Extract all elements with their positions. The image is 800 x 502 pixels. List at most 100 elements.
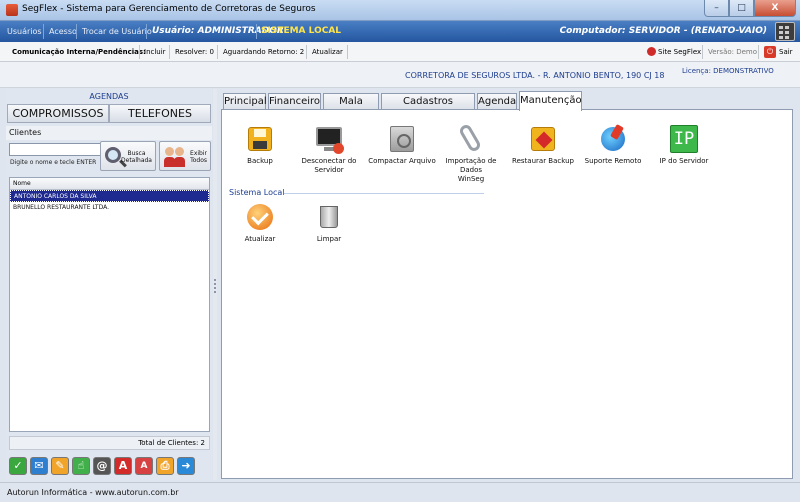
compact-file-label: Compactar Arquivo — [365, 157, 439, 166]
paperclip-icon — [457, 122, 483, 154]
maintenance-panel: Backup Desconectar do Servidor Compactar … — [221, 109, 793, 479]
menu-separator — [76, 24, 77, 39]
compromissos-button[interactable]: COMPROMISSOS — [7, 104, 109, 123]
show-all-button[interactable]: Exibir Todos — [159, 141, 211, 171]
disconnect-server-label: Desconectar do Servidor — [292, 157, 366, 175]
include-button[interactable]: Incluir — [144, 48, 166, 56]
title-bar: SegFlex - Sistema para Gerenciamento de … — [0, 0, 800, 21]
disconnect-server-tool[interactable]: Desconectar do Servidor — [292, 124, 366, 175]
globe-icon — [601, 127, 625, 151]
server-ip-label-line1: IP do Servidor — [659, 157, 709, 165]
clients-list[interactable]: Nome ANTONIO CARLOS DA SILVA BRUNELLO RE… — [9, 177, 210, 432]
next-icon[interactable]: ➜ — [177, 457, 195, 475]
window-title: SegFlex - Sistema para Gerenciamento de … — [22, 4, 316, 14]
safe-icon — [390, 126, 414, 152]
remote-support-label-line1: Suporte Remoto — [584, 157, 642, 165]
toolbar-separator — [217, 45, 218, 59]
site-link[interactable]: Site SegFlex — [658, 48, 701, 56]
list-item[interactable]: BRUNELLO RESTAURANTE LTDA. — [10, 202, 209, 214]
tab-cadastros-auxiliares[interactable]: Cadastros Auxiliares — [381, 93, 475, 122]
at-icon[interactable]: @ — [93, 457, 111, 475]
system-local-section-title: Sistema Local — [229, 188, 285, 197]
check-icon[interactable]: ✓ — [9, 457, 27, 475]
bottom-icon-bar: ✓ ✉ ✎ ☝ @ A A ⎙ ➜ — [9, 457, 195, 475]
detailed-search-label-line2: Detalhada — [121, 157, 152, 164]
communication-toolbar: Comunicação Interna/Pendências: Incluir … — [0, 42, 800, 62]
status-text: Autorun Informática - www.autorun.com.br — [7, 488, 179, 497]
tab-manutencao[interactable]: Manutenção — [519, 91, 582, 111]
left-panel: AGENDAS COMPROMISSOS TELEFONES Clientes … — [6, 89, 212, 480]
panel-splitter[interactable] — [213, 89, 217, 480]
right-panel: Principal Financeiro Mala Direta Cadastr… — [218, 89, 796, 480]
hand-icon[interactable]: ☝ — [72, 457, 90, 475]
tab-financeiro[interactable]: Financeiro — [268, 93, 321, 110]
window-controls: – □ X — [704, 0, 796, 18]
update-button[interactable]: Atualizar — [312, 48, 343, 56]
email-icon[interactable]: ✉ — [30, 457, 48, 475]
menu-trocar-usuario[interactable]: Trocar de Usuário — [82, 27, 152, 36]
magnifier-icon — [105, 147, 121, 163]
trash-icon — [320, 206, 338, 228]
server-ip-label: IP do Servidor — [647, 157, 721, 166]
detailed-search-label: Busca Detalhada — [121, 150, 152, 164]
telefones-button[interactable]: TELEFONES — [109, 104, 211, 123]
note-icon[interactable]: ✎ — [51, 457, 69, 475]
awaiting-button[interactable]: Aguardando Retorno: 2 — [223, 48, 304, 56]
computer-label: Computador: SERVIDOR - (RENATO-VAIO) — [559, 26, 767, 36]
restore-backup-tool[interactable]: Restaurar Backup — [506, 124, 580, 166]
tab-mala-direta[interactable]: Mala Direta — [323, 93, 379, 122]
menu-acesso[interactable]: Acesso — [49, 27, 77, 36]
show-all-label-line2: Todos — [190, 157, 207, 164]
license-label: Licença: DEMONSTRATIVO — [682, 67, 774, 75]
power-icon[interactable]: ⏻ — [764, 46, 776, 58]
toolbar-separator — [169, 45, 170, 59]
status-bar: Autorun Informática - www.autorun.com.br — [0, 482, 800, 502]
exit-button[interactable]: Sair — [779, 48, 793, 56]
site-icon — [647, 47, 656, 56]
disconnect-badge-icon — [333, 143, 344, 154]
remote-support-tool[interactable]: Suporte Remoto — [576, 124, 650, 166]
toolbar-separator — [758, 45, 759, 59]
backup-tool[interactable]: Backup — [223, 124, 297, 166]
detailed-search-button[interactable]: Busca Detalhada — [100, 141, 156, 171]
minimize-button[interactable]: – — [704, 0, 729, 17]
compact-file-tool[interactable]: Compactar Arquivo — [365, 124, 439, 166]
clients-total: Total de Clientes: 2 — [9, 436, 210, 450]
pdf-small-icon[interactable]: A — [135, 457, 153, 475]
backup-label-line1: Backup — [247, 157, 273, 165]
toolbar-separator — [139, 45, 140, 59]
update-tool[interactable]: Atualizar — [223, 202, 297, 244]
menu-usuarios[interactable]: Usuários — [7, 27, 42, 36]
clean-tool-label: Limpar — [316, 235, 342, 243]
company-header: CORRETORA DE SEGUROS LTDA. - R. ANTONIO … — [0, 62, 800, 88]
clean-tool[interactable]: Limpar — [292, 202, 366, 244]
server-ip-tool[interactable]: IP IP do Servidor — [647, 124, 721, 166]
print-icon[interactable]: ⎙ — [156, 457, 174, 475]
import-winseg-label-line1: Importação de Dados — [445, 157, 497, 174]
disconnect-server-label-line2: Servidor — [314, 166, 344, 174]
version-label: Versão: Demo — [708, 48, 758, 56]
app-icon — [6, 4, 18, 16]
tab-principal[interactable]: Principal — [223, 93, 267, 110]
list-item[interactable]: ANTONIO CARLOS DA SILVA — [10, 190, 209, 202]
show-all-label-line1: Exibir — [190, 150, 207, 157]
list-header-name[interactable]: Nome — [10, 178, 209, 190]
restore-backup-label-line1: Restaurar Backup — [512, 157, 574, 165]
client-search-input[interactable] — [9, 143, 101, 156]
toolbar-separator — [702, 45, 703, 59]
resolve-button[interactable]: Resolver: 0 — [175, 48, 214, 56]
calculator-icon[interactable] — [775, 22, 795, 41]
company-name: CORRETORA DE SEGUROS LTDA. - R. ANTONIO … — [405, 71, 665, 80]
import-winseg-tool[interactable]: Importação de Dados WinSeg — [434, 122, 508, 184]
menu-separator — [43, 24, 44, 39]
backup-label: Backup — [223, 157, 297, 166]
import-winseg-label-line2: WinSeg — [457, 175, 485, 183]
close-button[interactable]: X — [754, 0, 796, 17]
restore-backup-label: Restaurar Backup — [506, 157, 580, 166]
tab-agenda[interactable]: Agenda — [477, 93, 517, 110]
disconnect-server-label-line1: Desconectar do — [301, 157, 357, 165]
maximize-button[interactable]: □ — [729, 0, 754, 17]
system-local-label: SISTEMA LOCAL — [261, 26, 342, 36]
pdf-icon[interactable]: A — [114, 457, 132, 475]
people-icon — [164, 146, 186, 168]
